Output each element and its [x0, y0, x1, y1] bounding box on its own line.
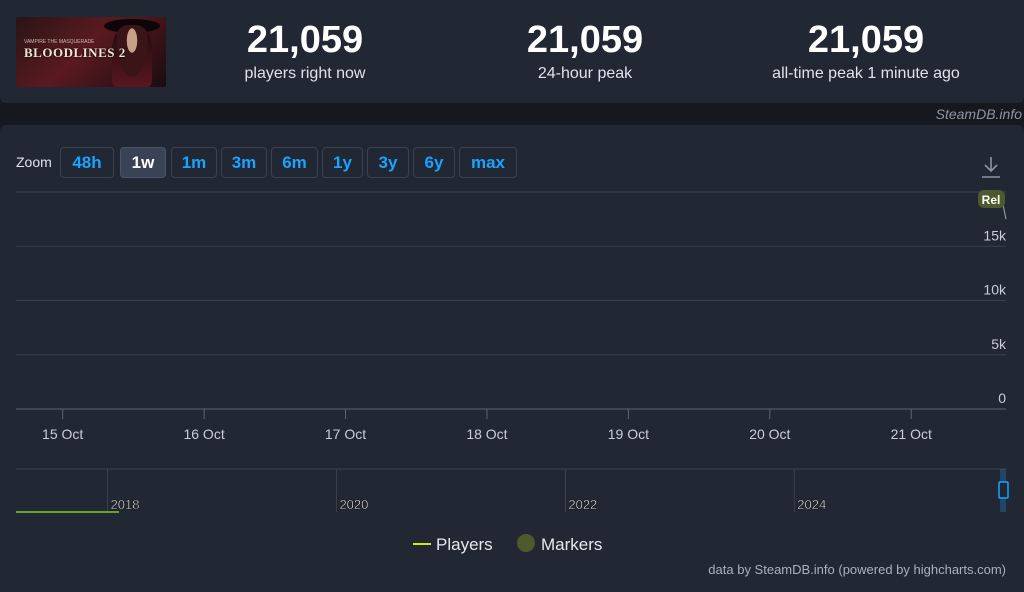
release-marker-label: Rel — [982, 193, 1001, 207]
navigator-year-label: 2022 — [568, 497, 597, 512]
x-tick-label: 17 Oct — [325, 426, 366, 442]
navigator-year-label: 2024 — [797, 497, 826, 512]
player-count-chart[interactable]: 0 5k 10k 15k 15 Oct 16 Oct 17 Oct 18 Oct 19 Oct 2… — [0, 0, 1024, 592]
legend-markers-swatch[interactable] — [517, 534, 535, 552]
y-tick-label: 10k — [983, 282, 1007, 298]
legend-players-label[interactable]: Players — [436, 535, 493, 554]
x-tick-label: 20 Oct — [749, 426, 790, 442]
y-tick-label: 0 — [998, 390, 1006, 406]
x-tick-label: 21 Oct — [891, 426, 932, 442]
legend-markers-label[interactable]: Markers — [541, 535, 602, 554]
navigator-handle[interactable] — [998, 481, 1009, 499]
x-tick-label: 19 Oct — [608, 426, 649, 442]
y-tick-label: 5k — [991, 336, 1007, 352]
navigator-year-label: 2018 — [111, 497, 140, 512]
y-tick-label: 15k — [983, 227, 1007, 243]
chart-credit-link[interactable]: data by SteamDB.info (powered by highcha… — [708, 562, 1006, 577]
x-tick-label: 15 Oct — [42, 426, 83, 442]
x-tick-label: 16 Oct — [183, 426, 224, 442]
x-tick-label: 18 Oct — [466, 426, 507, 442]
navigator-year-label: 2020 — [339, 497, 368, 512]
